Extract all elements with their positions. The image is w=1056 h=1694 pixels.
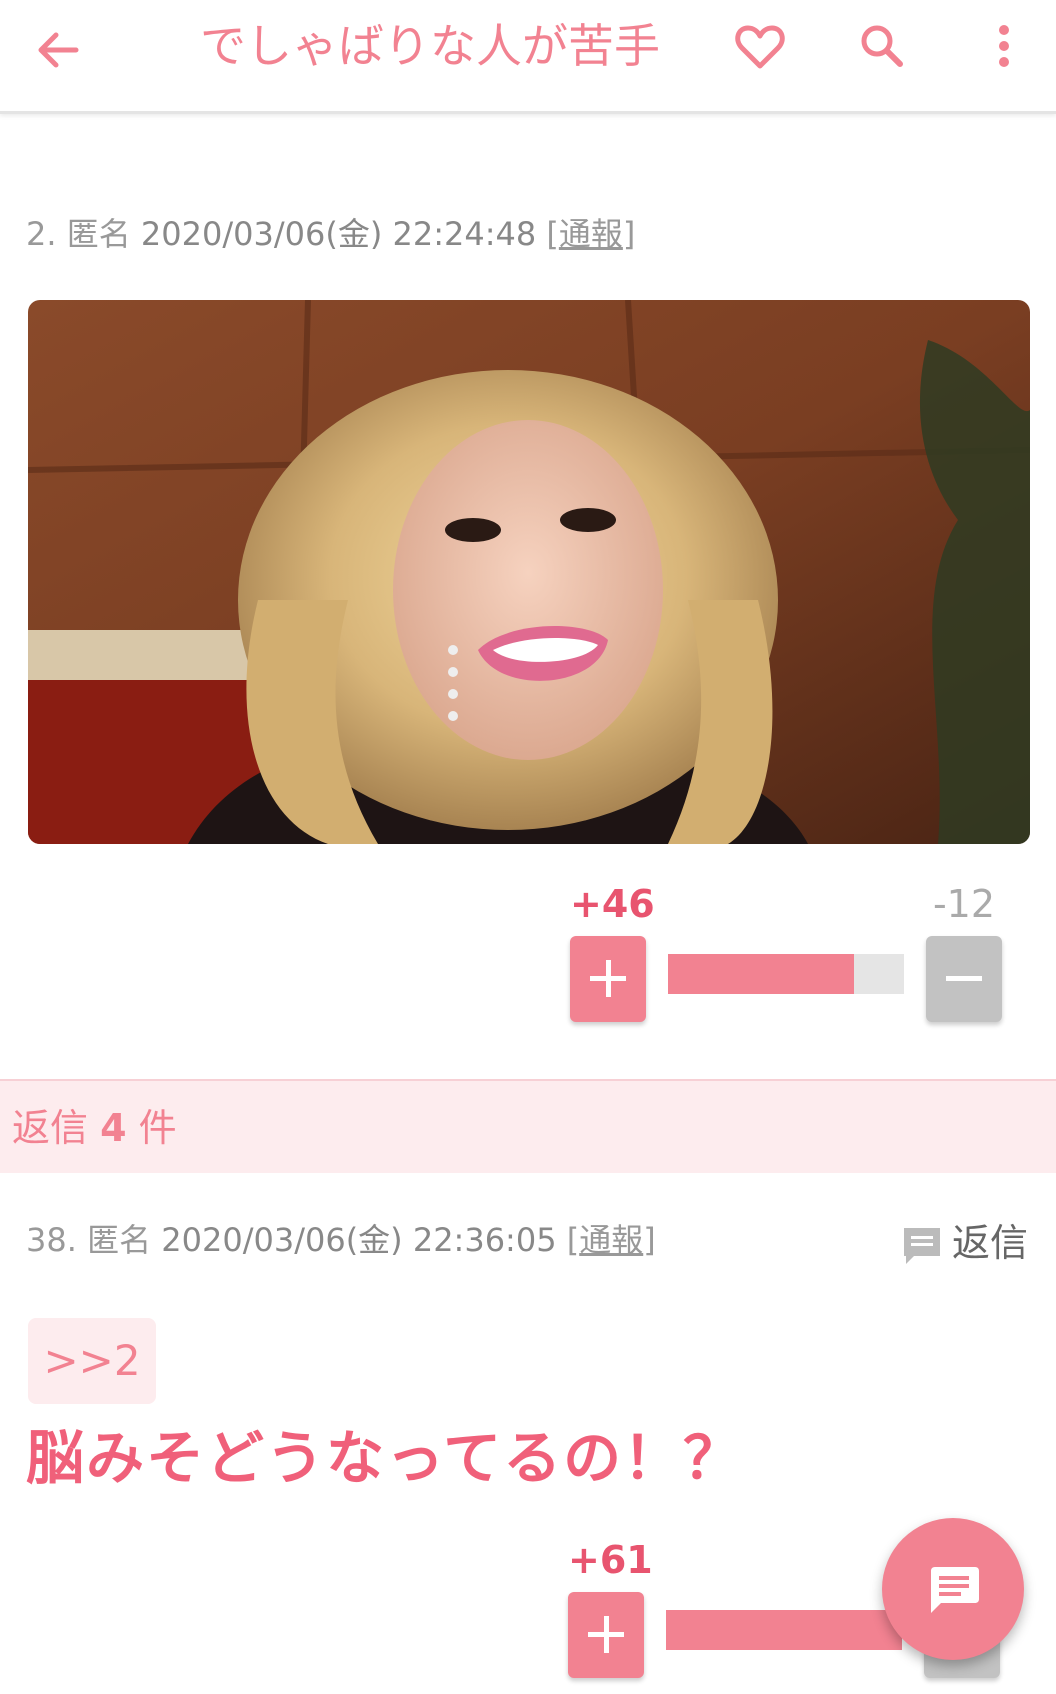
- back-arrow-icon[interactable]: [30, 22, 86, 78]
- minus-button[interactable]: [926, 936, 1002, 1022]
- post-date: 2020/03/06(金) 22:24:48: [140, 215, 537, 253]
- plus-count: +61: [568, 1538, 653, 1582]
- vote-widget: +46 -12: [570, 880, 1010, 1030]
- post-meta: 2. 匿名 2020/03/06(金) 22:24:48 [通報]: [26, 212, 635, 256]
- report-link[interactable]: 通報: [559, 215, 623, 253]
- replies-count: 4: [100, 1106, 127, 1150]
- heart-icon[interactable]: [730, 16, 790, 76]
- replies-suffix: 件: [138, 1106, 177, 1150]
- comment-icon: [902, 1226, 942, 1266]
- reply-button[interactable]: 返信: [900, 1218, 1030, 1268]
- replies-prefix: 返信: [12, 1106, 89, 1150]
- vote-ratio-fill: [666, 1610, 902, 1650]
- plus-icon-stroke: [606, 960, 611, 997]
- minus-icon: [946, 976, 982, 981]
- report-bracket-open: [: [546, 215, 559, 253]
- plus-count: +46: [570, 882, 655, 926]
- post-image[interactable]: [28, 300, 1030, 844]
- plus-icon-stroke: [604, 1616, 609, 1653]
- reply-report-link[interactable]: 通報: [579, 1221, 643, 1259]
- minus-count: -12: [932, 882, 996, 926]
- reply-date: 2020/03/06(金) 22:36:05: [161, 1221, 557, 1259]
- reply-body-text: 脳みそどうなってるの！？: [26, 1424, 744, 1492]
- replies-band[interactable]: 返信 4 件: [0, 1079, 1056, 1173]
- plus-button[interactable]: [568, 1592, 644, 1678]
- reply-author: 匿名: [87, 1221, 152, 1259]
- chat-icon: [931, 1567, 979, 1613]
- compose-fab[interactable]: [882, 1518, 1024, 1660]
- vote-ratio-bar: [666, 1610, 902, 1650]
- reply-number: 38.: [26, 1221, 77, 1259]
- search-icon[interactable]: [852, 16, 912, 76]
- app-header: でしゃばりな人が苦手: [0, 0, 1056, 114]
- vote-ratio-bar: [668, 954, 904, 994]
- report-bracket-close: ]: [622, 215, 636, 253]
- reply-meta: 38. 匿名 2020/03/06(金) 22:36:05 [通報]: [26, 1218, 656, 1262]
- more-vert-icon[interactable]: [984, 16, 1024, 76]
- post-number: 2.: [26, 215, 57, 253]
- replies-count-label: 返信 4 件: [12, 1103, 177, 1153]
- reply-button-label: 返信: [952, 1221, 1029, 1265]
- anchor-link[interactable]: >>2: [28, 1318, 156, 1404]
- plus-button[interactable]: [570, 936, 646, 1022]
- report-bracket-close: ]: [643, 1221, 656, 1259]
- vote-ratio-fill: [668, 954, 855, 994]
- page-title: でしゃばりな人が苦手: [200, 19, 660, 73]
- post-author: 匿名: [66, 215, 131, 253]
- report-bracket-open: [: [566, 1221, 580, 1259]
